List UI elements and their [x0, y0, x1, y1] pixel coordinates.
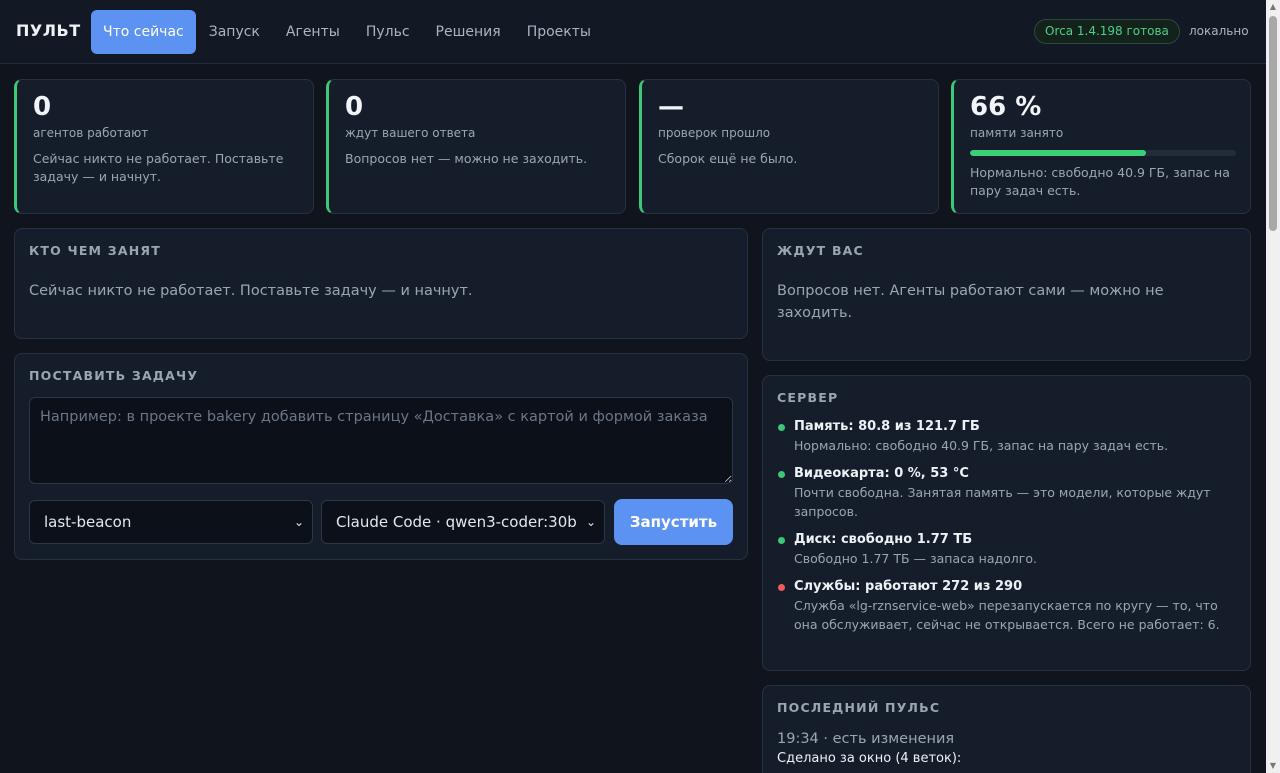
mode-label: локально	[1189, 24, 1249, 38]
stat-card-waiting: 0 ждут вашего ответа Вопросов нет — можн…	[326, 79, 626, 214]
status-dot-icon	[778, 584, 785, 591]
busy-text: Сейчас никто не работает. Поставьте зада…	[29, 283, 473, 299]
status-dot-icon	[778, 424, 785, 431]
waiting-text: Вопросов нет. Агенты работают сами — мож…	[777, 283, 1164, 321]
panel-title: Поставить задачу	[29, 368, 199, 383]
scroll-up-icon[interactable]: ▲	[1266, 0, 1280, 14]
project-select-value: last-beacon	[44, 513, 132, 531]
stat-label: проверок прошло	[658, 126, 771, 140]
project-select[interactable]: last-beacon ⌄	[29, 500, 313, 544]
memory-progress-bar	[970, 150, 1236, 156]
busy-panel: Кто чем занят Сейчас никто не работает. …	[14, 228, 748, 339]
tab-launch[interactable]: Запуск	[196, 10, 273, 54]
top-bar: ПУЛЬТ Что сейчас Запуск Агенты Пульс Реш…	[0, 0, 1266, 64]
scroll-thumb[interactable]	[1269, 16, 1277, 231]
stat-value: 0	[345, 92, 364, 122]
server-list: Память: 80.8 из 121.7 ГБ Нормально: своб…	[777, 418, 1236, 634]
memory-progress-fill	[970, 150, 1146, 156]
app-title: ПУЛЬТ	[16, 21, 81, 40]
tab-decisions[interactable]: Решения	[423, 10, 514, 54]
page-scrollbar[interactable]: ▲ ▼	[1266, 0, 1280, 773]
stat-description: Нормально: свободно 40.9 ГБ, запас на па…	[970, 165, 1230, 198]
stat-card-agents: 0 агентов работают Сейчас никто не работ…	[14, 79, 314, 214]
stat-label: памяти занято	[970, 126, 1064, 140]
server-item-title: Диск: свободно 1.77 ТБ	[794, 532, 973, 547]
server-item-description: Почти свободна. Занятая память — это мод…	[794, 485, 1211, 519]
list-item: Видеокарта: 0 %, 53 °C Почти свободна. З…	[777, 465, 1236, 521]
panel-title: Ждут вас	[777, 243, 864, 258]
stat-description: Сейчас никто не работает. Поставьте зада…	[33, 151, 284, 184]
scroll-down-icon[interactable]: ▼	[1266, 759, 1280, 773]
server-item-title: Память: 80.8 из 121.7 ГБ	[794, 419, 980, 434]
pulse-summary: Сделано за окно (4 веток):	[777, 751, 962, 766]
list-item: Память: 80.8 из 121.7 ГБ Нормально: своб…	[777, 418, 1236, 455]
stat-label: агентов работают	[33, 126, 149, 140]
list-item: Диск: свободно 1.77 ТБ Свободно 1.77 ТБ …	[777, 531, 1236, 568]
status-dot-icon	[778, 471, 785, 478]
launch-button[interactable]: Запустить	[614, 499, 733, 545]
task-panel: Поставить задачу last-beacon ⌄ Claude Co…	[14, 353, 748, 560]
pulse-panel: Последний пульс 19:34 · есть изменения С…	[762, 685, 1251, 773]
server-item-title: Видеокарта: 0 %, 53 °C	[794, 466, 969, 481]
status-badge: Orca 1.4.198 готова	[1034, 19, 1180, 44]
server-item-description: Нормально: свободно 40.9 ГБ, запас на па…	[794, 438, 1169, 453]
stat-card-checks: — проверок прошло Сборок ещё не было.	[639, 79, 939, 214]
server-item-description: Свободно 1.77 ТБ — запаса надолго.	[794, 551, 1037, 566]
tab-pulse[interactable]: Пульс	[353, 10, 423, 54]
tab-agents[interactable]: Агенты	[273, 10, 353, 54]
stat-description: Вопросов нет — можно не заходить.	[345, 151, 588, 166]
server-item-title: Службы: работают 272 из 290	[794, 579, 1023, 594]
server-item-description: Служба «lg-rznservice-web» перезапускает…	[794, 598, 1220, 632]
stat-value: 0	[33, 92, 52, 122]
panel-title: Сервер	[777, 390, 839, 405]
agent-select-value: Claude Code · qwen3-coder:30b	[336, 513, 577, 531]
pulse-time: 19:34 · есть изменения	[777, 731, 955, 747]
stat-value: 66 %	[970, 92, 1042, 122]
stat-value: —	[658, 92, 684, 122]
main-nav: Что сейчас Запуск Агенты Пульс Решения П…	[91, 10, 604, 54]
tab-now[interactable]: Что сейчас	[91, 10, 196, 54]
chevron-down-icon: ⌄	[585, 515, 596, 529]
server-panel: Сервер Память: 80.8 из 121.7 ГБ Нормальн…	[762, 375, 1251, 671]
list-item: Службы: работают 272 из 290 Служба «lg-r…	[777, 578, 1236, 634]
stat-card-memory: 66 % памяти занято Нормально: свободно 4…	[951, 79, 1251, 214]
chevron-down-icon: ⌄	[293, 515, 304, 529]
status-dot-icon	[778, 537, 785, 544]
stat-description: Сборок ещё не было.	[658, 151, 798, 166]
task-input[interactable]	[29, 397, 733, 484]
stat-label: ждут вашего ответа	[345, 126, 476, 140]
tab-projects[interactable]: Проекты	[514, 10, 604, 54]
agent-select[interactable]: Claude Code · qwen3-coder:30b ⌄	[321, 500, 605, 544]
panel-title: Кто чем занят	[29, 243, 161, 258]
waiting-panel: Ждут вас Вопросов нет. Агенты работают с…	[762, 228, 1251, 361]
panel-title: Последний пульс	[777, 700, 941, 715]
